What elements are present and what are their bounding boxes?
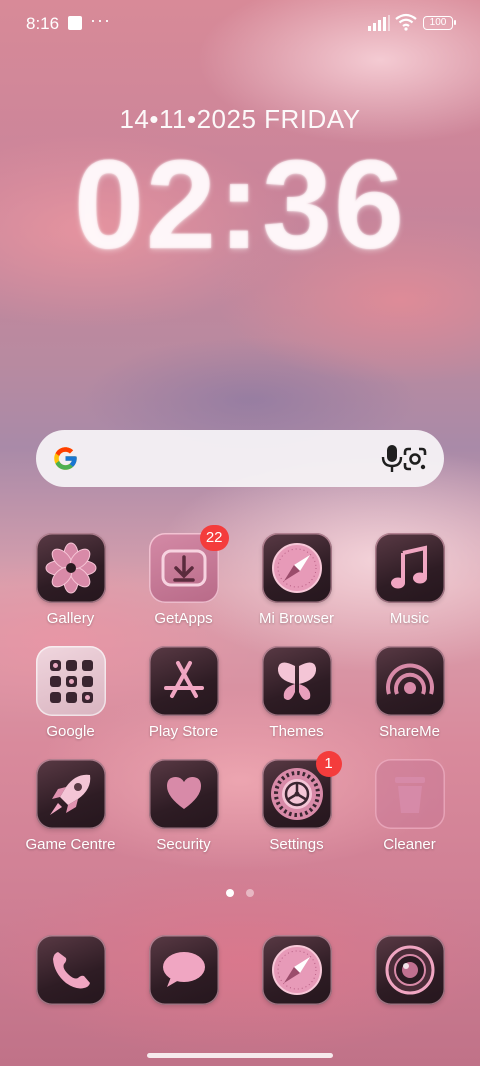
- app-label: Music: [389, 610, 430, 627]
- butterfly-icon: [261, 646, 332, 716]
- app-settings[interactable]: 1 Settings: [240, 751, 353, 853]
- app-label: Cleaner: [383, 836, 436, 853]
- status-bar: 8:16 ··· 100: [0, 0, 480, 48]
- page-dot-active[interactable]: [226, 889, 234, 897]
- app-label: Themes: [269, 723, 324, 740]
- app-shareme[interactable]: ShareMe: [353, 646, 466, 740]
- dock-messages[interactable]: [127, 935, 240, 1005]
- app-label: Security: [156, 836, 211, 853]
- more-notifications-icon: ···: [90, 10, 111, 30]
- app-label: ShareMe: [379, 723, 440, 740]
- app-label: Gallery: [46, 610, 95, 627]
- status-time: 8:16: [26, 14, 60, 33]
- gallery-flower-icon: [35, 533, 106, 603]
- microphone-icon[interactable]: [380, 444, 404, 474]
- app-gallery[interactable]: Gallery: [14, 533, 127, 627]
- app-cleaner[interactable]: Cleaner: [353, 759, 466, 853]
- app-store-icon: [148, 646, 219, 716]
- battery-icon: 100: [423, 16, 456, 30]
- app-themes[interactable]: Themes: [240, 646, 353, 740]
- phone-icon: [35, 935, 106, 1005]
- app-label: GetApps: [154, 610, 213, 627]
- dock-browser[interactable]: [240, 935, 353, 1005]
- shareme-radar-icon: [374, 646, 445, 716]
- app-mi-browser[interactable]: Mi Browser: [240, 533, 353, 627]
- date-text[interactable]: 14•11•2025 FRIDAY: [0, 104, 480, 135]
- page-dot[interactable]: [246, 889, 254, 897]
- app-music[interactable]: Music: [353, 533, 466, 627]
- page-indicator: [0, 884, 480, 897]
- notification-badge: 22: [199, 525, 229, 551]
- camera-icon: [374, 935, 445, 1005]
- notification-badge: 1: [315, 751, 342, 777]
- app-play-store[interactable]: Play Store: [127, 646, 240, 740]
- app-label: Play Store: [148, 723, 219, 740]
- app-label: Game Centre: [25, 836, 116, 853]
- messages-icon: [148, 935, 219, 1005]
- compass-icon: [261, 533, 332, 603]
- app-getapps[interactable]: 22 GetApps: [127, 525, 240, 627]
- trash-bin-icon: [374, 759, 445, 829]
- getapps-download-icon: 22: [148, 525, 229, 603]
- signal-icon: [368, 15, 390, 31]
- gear-icon: 1: [261, 751, 342, 829]
- google-g-icon: [54, 447, 77, 470]
- google-search-bar[interactable]: [36, 430, 444, 487]
- app-label: Google: [46, 723, 95, 740]
- notification-square-icon: [68, 16, 82, 30]
- battery-level: 100: [429, 17, 447, 28]
- browser-icon: [261, 935, 332, 1005]
- app-game-centre[interactable]: Game Centre: [14, 759, 127, 853]
- rocket-icon: [35, 759, 106, 829]
- wifi-icon: [395, 13, 417, 31]
- google-folder-icon: [35, 646, 106, 716]
- music-note-icon: [374, 533, 445, 603]
- app-google-folder[interactable]: Google: [14, 646, 127, 740]
- heart-icon: [148, 759, 219, 829]
- app-label: Mi Browser: [258, 610, 334, 627]
- home-indicator[interactable]: [147, 1053, 333, 1058]
- app-security[interactable]: Security: [127, 759, 240, 853]
- dock-phone[interactable]: [14, 935, 127, 1005]
- dock-camera[interactable]: [353, 935, 466, 1005]
- app-label: Settings: [269, 836, 324, 853]
- clock-time[interactable]: 02:36: [0, 140, 480, 270]
